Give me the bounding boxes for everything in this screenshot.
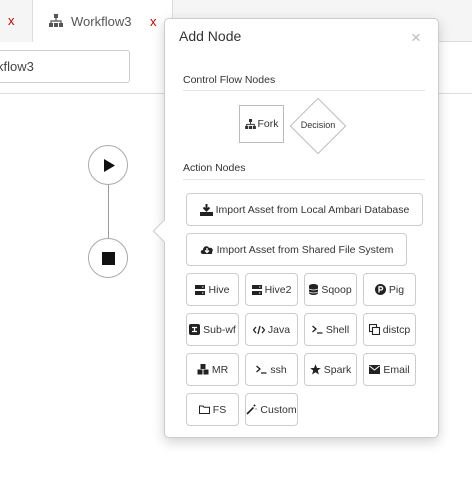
sitemap-icon xyxy=(244,119,256,129)
email-label: Email xyxy=(383,363,410,376)
play-icon xyxy=(104,159,115,172)
p-circle-icon xyxy=(374,284,386,295)
section-divider xyxy=(183,179,425,180)
magic-icon xyxy=(246,404,257,415)
code-icon xyxy=(252,325,265,334)
ssh-label: ssh xyxy=(270,363,287,376)
custom-node-button[interactable]: Custom xyxy=(245,393,298,426)
star-icon xyxy=(309,364,321,375)
spark-node-button[interactable]: Spark xyxy=(304,353,357,386)
mr-node-button[interactable]: MR xyxy=(186,353,239,386)
java-label: Java xyxy=(267,323,291,336)
shell-label: Shell xyxy=(325,323,350,336)
add-node-popover: Add Node × Control Flow Nodes Fork Decis… xyxy=(152,18,439,438)
sqoop-label: Sqoop xyxy=(321,283,352,296)
section-divider xyxy=(183,90,425,91)
distcp-node-button[interactable]: distcp xyxy=(363,313,416,346)
start-node[interactable] xyxy=(88,145,128,185)
hive-node-button[interactable]: Hive xyxy=(186,273,239,306)
workflow-name-input[interactable]: kflow3 xyxy=(0,50,130,83)
distcp-label: distcp xyxy=(382,323,411,336)
sub-workflow-icon xyxy=(189,324,201,335)
popover-arrow xyxy=(152,219,176,243)
pig-node-button[interactable]: Pig xyxy=(363,273,416,306)
sitemap-icon xyxy=(49,14,63,27)
node-connector xyxy=(108,184,109,240)
sub-wf-label: Sub-wf xyxy=(203,323,236,336)
import-ambari-button[interactable]: Import Asset from Local Ambari Database xyxy=(186,193,423,226)
fs-node-button[interactable]: FS xyxy=(186,393,239,426)
java-node-button[interactable]: Java xyxy=(245,313,298,346)
fork-node-button[interactable]: Fork xyxy=(239,105,284,143)
download-icon xyxy=(199,203,213,216)
terminal-icon xyxy=(311,325,323,334)
server-icon xyxy=(195,284,206,295)
tab-workflow3[interactable]: Workflow3 x xyxy=(33,0,173,43)
sub-wf-node-button[interactable]: Sub-wf xyxy=(186,313,239,346)
pig-label: Pig xyxy=(388,283,405,296)
sqoop-node-button[interactable]: Sqoop xyxy=(304,273,357,306)
server-icon xyxy=(251,284,262,295)
folder-icon xyxy=(198,405,210,414)
fork-label: Fork xyxy=(257,118,279,130)
tab-previous-workflow[interactable]: x xyxy=(0,0,33,42)
cloud-download-icon xyxy=(200,246,213,254)
database-icon xyxy=(309,284,319,295)
import-shared-label: Import Asset from Shared File System xyxy=(216,243,394,256)
mr-label: MR xyxy=(211,363,229,376)
email-node-button[interactable]: Email xyxy=(363,353,416,386)
tab-label: Workflow3 xyxy=(71,14,132,29)
terminal-icon xyxy=(256,365,267,374)
copy-icon xyxy=(368,324,380,335)
popover-title: Add Node xyxy=(179,28,242,44)
ssh-node-button[interactable]: ssh xyxy=(245,353,298,386)
fs-label: FS xyxy=(212,403,227,416)
decision-label: Decision xyxy=(300,120,336,130)
envelope-icon xyxy=(369,365,381,374)
control-flow-heading: Control Flow Nodes xyxy=(183,74,276,86)
spark-label: Spark xyxy=(323,363,352,376)
tab-close-button[interactable]: x xyxy=(150,14,157,29)
stop-icon xyxy=(102,252,115,265)
tab-close-button[interactable]: x xyxy=(8,13,15,28)
hive2-node-button[interactable]: Hive2 xyxy=(245,273,298,306)
action-nodes-heading: Action Nodes xyxy=(183,162,246,174)
shell-node-button[interactable]: Shell xyxy=(304,313,357,346)
hive2-label: Hive2 xyxy=(264,283,292,296)
workflow-name-value: kflow3 xyxy=(0,59,34,74)
hive-label: Hive xyxy=(208,283,230,296)
custom-label: Custom xyxy=(260,403,297,416)
cubes-icon xyxy=(197,364,209,375)
import-ambari-label: Import Asset from Local Ambari Database xyxy=(215,203,410,216)
close-icon[interactable]: × xyxy=(411,29,421,46)
import-shared-button[interactable]: Import Asset from Shared File System xyxy=(186,233,407,266)
end-node[interactable] xyxy=(88,238,128,278)
